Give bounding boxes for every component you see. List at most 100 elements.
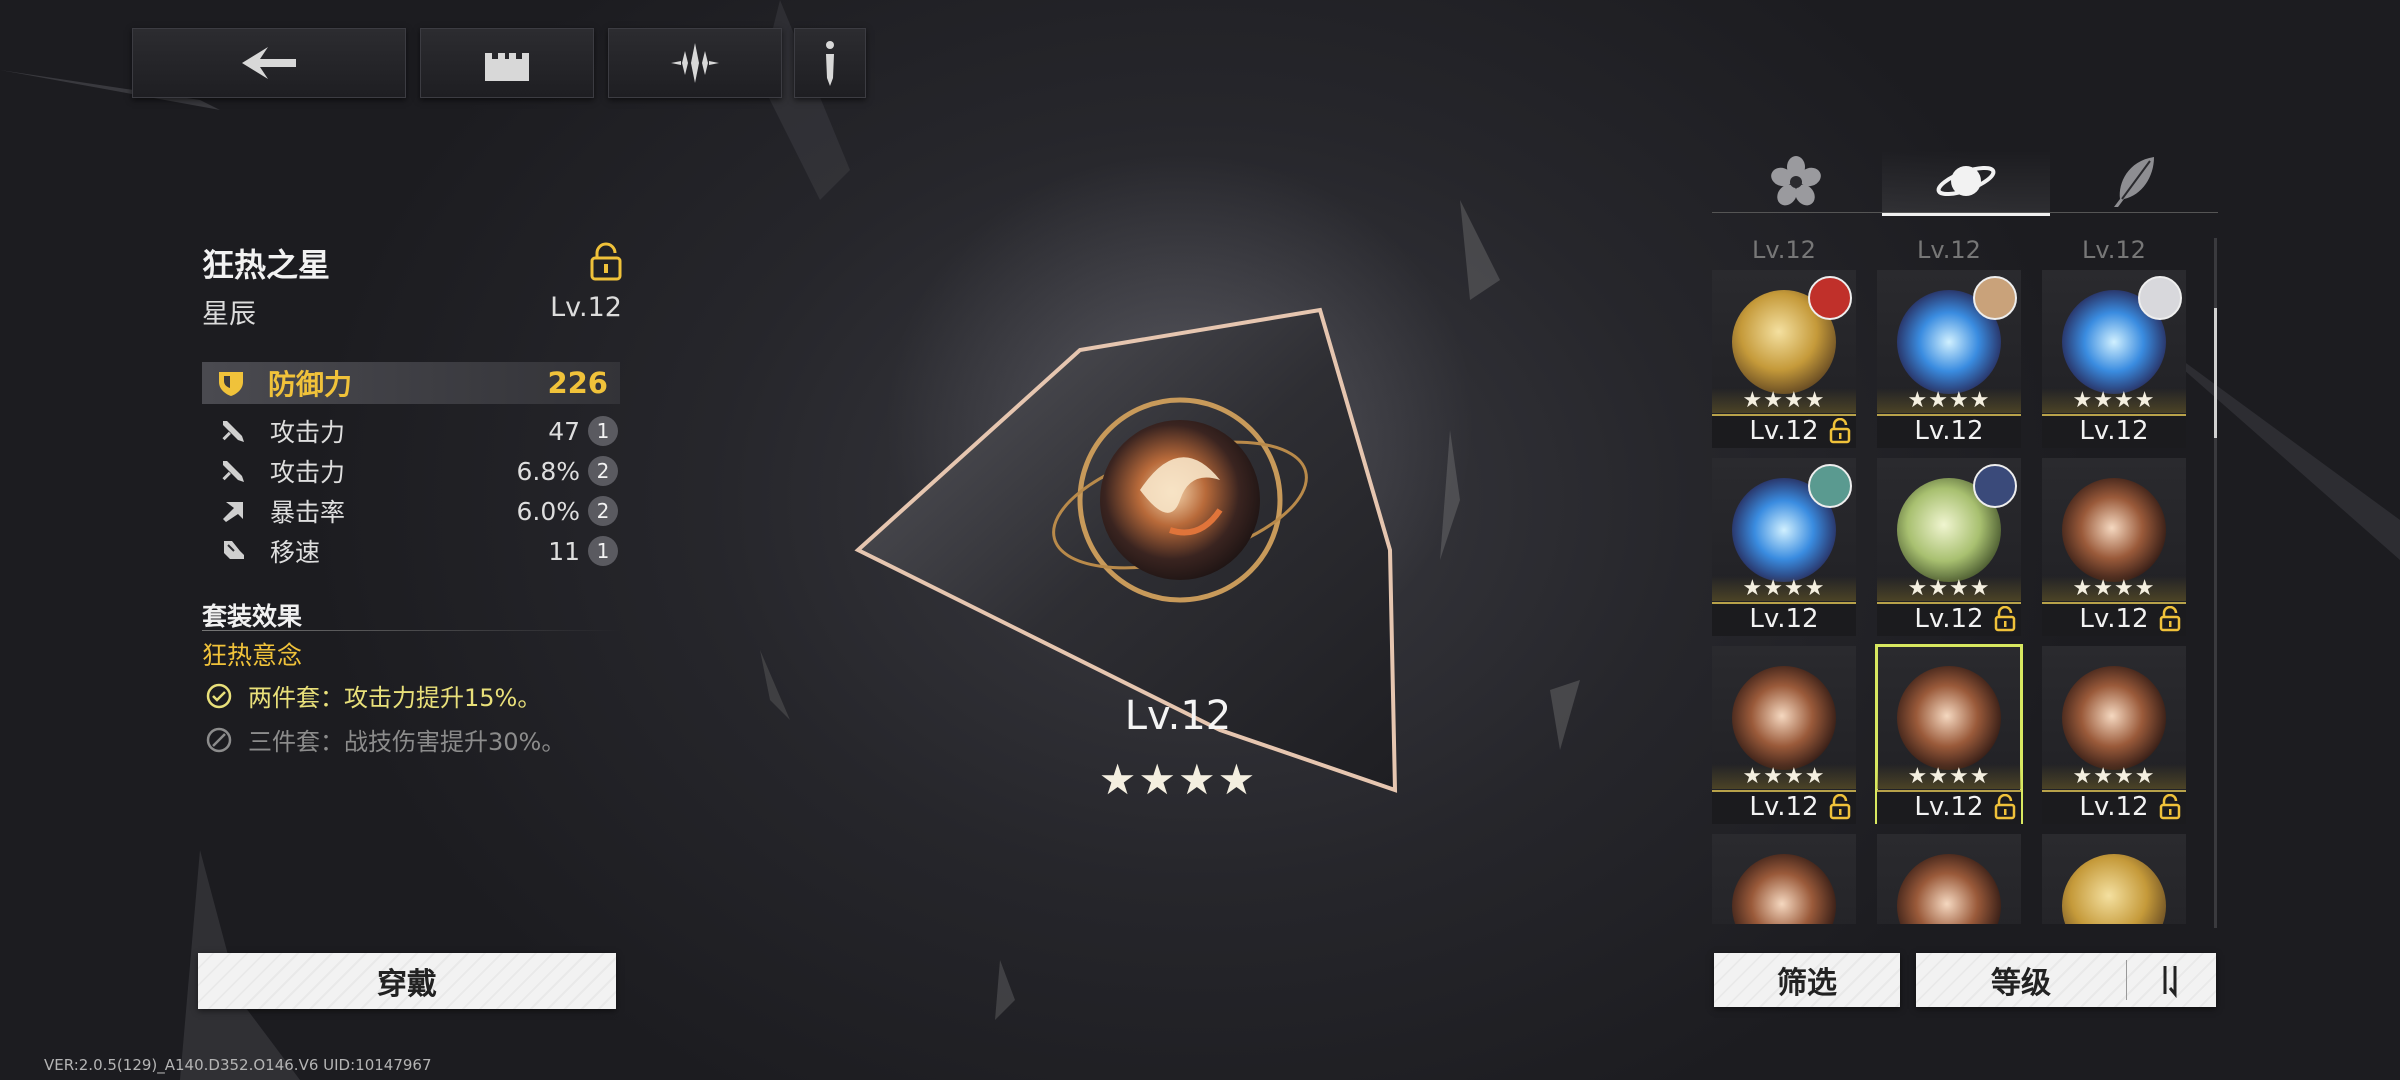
item-orb-image: [1732, 854, 1836, 924]
home-button[interactable]: [420, 28, 594, 98]
feather-icon: [2114, 157, 2154, 207]
disabled-circle-icon: [206, 727, 232, 752]
sub-stat-label: 暴击率: [270, 498, 346, 527]
inventory-item-card[interactable]: ★★★★ Lv.12: [1875, 644, 2023, 824]
star-rating: ★★★★: [1712, 388, 1856, 413]
lock-icon: [1829, 794, 1851, 820]
scrollbar-thumb[interactable]: [2214, 308, 2217, 438]
equip-button[interactable]: 穿戴: [198, 953, 616, 1009]
back-arrow-icon: [242, 47, 296, 79]
roll-count-badge: 1: [588, 536, 618, 566]
equipped-by-avatar: [1973, 464, 2017, 508]
inventory-grid[interactable]: Lv.12 Lv.12 Lv.12 ★★★★ Lv.12 ★★★★ Lv.12 ★★★★…: [1712, 234, 2198, 924]
check-circle-icon: [206, 683, 232, 708]
inventory-item-card[interactable]: ★★★★ Lv.12: [2042, 646, 2186, 824]
sub-stat-label: 攻击力: [270, 418, 346, 447]
item-level-label: Lv.12: [2042, 414, 2186, 448]
tab-feather[interactable]: [2050, 150, 2218, 212]
back-button[interactable]: [132, 28, 406, 98]
lock-toggle-icon[interactable]: [588, 242, 624, 282]
main-stat-value: 226: [547, 366, 608, 400]
inventory-item-card[interactable]: ★★★★ Lv.12: [2042, 458, 2186, 636]
inventory-item-card[interactable]: [1877, 834, 2021, 924]
row-peek-label: Lv.12: [1752, 236, 1816, 264]
inventory-item-card[interactable]: ★★★★ Lv.12: [1712, 646, 1856, 824]
item-level: Lv.12: [550, 292, 622, 323]
lock-icon: [1829, 418, 1851, 444]
roll-count-badge: 2: [588, 456, 618, 486]
sub-stat-value: 11: [548, 536, 580, 566]
info-button[interactable]: [794, 28, 866, 98]
item-orb-image: [1897, 666, 2001, 770]
shield-icon: [219, 372, 243, 396]
set-effect-two-piece: 两件套：攻击力提升15%。: [206, 678, 541, 713]
item-level-label: Lv.12: [1712, 602, 1856, 636]
sub-stat-label: 攻击力: [270, 458, 346, 487]
inventory-item-card[interactable]: ★★★★ Lv.12: [1712, 270, 1856, 448]
sub-stat-value: 6.8%: [516, 456, 580, 486]
item-name: 狂热之星: [202, 246, 331, 284]
star-rating: ★★★★: [1877, 764, 2021, 789]
crit-arrow-icon: [223, 502, 243, 522]
castle-icon: [485, 53, 529, 81]
inventory-item-card[interactable]: [1712, 834, 1856, 924]
star-rating: ★★★★: [2042, 388, 2186, 413]
boot-icon: [224, 541, 244, 559]
item-orb-image: [1897, 854, 2001, 924]
inventory-item-card[interactable]: [2042, 834, 2186, 924]
sort-label: 等级: [1991, 966, 2051, 1001]
sub-stat-row: 移速 11 1: [202, 533, 620, 569]
star-rating: ★★★★: [2042, 764, 2186, 789]
sword-icon: [222, 461, 244, 482]
inventory-item-card[interactable]: ★★★★ Lv.12: [1712, 458, 1856, 636]
lock-icon: [1994, 606, 2016, 632]
sub-stat-row: 暴击率 6.0% 2: [202, 493, 620, 529]
main-stat-row: 防御力 226: [202, 362, 620, 404]
item-orb-image: [1732, 666, 1836, 770]
inventory-item-card[interactable]: ★★★★ Lv.12: [2042, 270, 2186, 448]
item-level-label: Lv.12: [1877, 414, 2021, 448]
info-icon: [826, 41, 834, 86]
sub-stat-row: 攻击力 47 1: [202, 413, 620, 449]
sub-stat-row: 攻击力 6.8% 2: [202, 453, 620, 489]
sort-order-icon[interactable]: [2151, 960, 2191, 1000]
tab-flower[interactable]: [1712, 150, 1880, 212]
row-peek-label: Lv.12: [2082, 236, 2146, 264]
lock-icon: [2159, 794, 2181, 820]
set-effect-three-piece: 三件套：战技伤害提升30%。: [206, 722, 565, 757]
menu-button[interactable]: [608, 28, 782, 98]
filter-button[interactable]: 筛选: [1714, 953, 1900, 1007]
planet-icon: [1936, 165, 1996, 197]
roll-count-badge: 2: [588, 496, 618, 526]
set-name: 狂热意念: [202, 641, 303, 670]
sort-button[interactable]: 等级: [1916, 953, 2216, 1007]
inventory-item-card[interactable]: ★★★★ Lv.12: [1877, 270, 2021, 448]
item-type: 星辰: [202, 299, 256, 330]
sub-stat-value: 47: [548, 416, 580, 446]
equipped-by-avatar: [1808, 464, 1852, 508]
lock-icon: [1994, 794, 2016, 820]
set-effect-text: 三件套：战技伤害提升30%。: [248, 728, 566, 756]
set-effect-text: 两件套：攻击力提升15%。: [248, 684, 542, 712]
star-rating: ★★★★: [1712, 576, 1856, 601]
divider: [202, 630, 620, 631]
spark-menu-icon: [671, 43, 719, 83]
inventory-item-card[interactable]: ★★★★ Lv.12: [1877, 458, 2021, 636]
tab-planet[interactable]: [1882, 150, 2050, 216]
sub-stat-value: 6.0%: [516, 496, 580, 526]
equipped-by-avatar: [2138, 276, 2182, 320]
divider: [1712, 212, 2218, 213]
lock-icon: [2159, 606, 2181, 632]
main-stat-label: 防御力: [268, 368, 353, 401]
item-orb-image: [2062, 666, 2166, 770]
equipped-by-avatar: [1808, 276, 1852, 320]
star-rating: ★★★★: [1877, 388, 2021, 413]
sword-icon: [222, 421, 244, 442]
star-rating: ★★★★: [1712, 764, 1856, 789]
star-rating: ★★★★: [1877, 576, 2021, 601]
row-peek-label: Lv.12: [1917, 236, 1981, 264]
roll-count-badge: 1: [588, 416, 618, 446]
sub-stat-label: 移速: [270, 538, 321, 567]
set-effect-title: 套装效果: [202, 602, 303, 631]
center-star-rating: ★★★★: [1098, 755, 1258, 804]
